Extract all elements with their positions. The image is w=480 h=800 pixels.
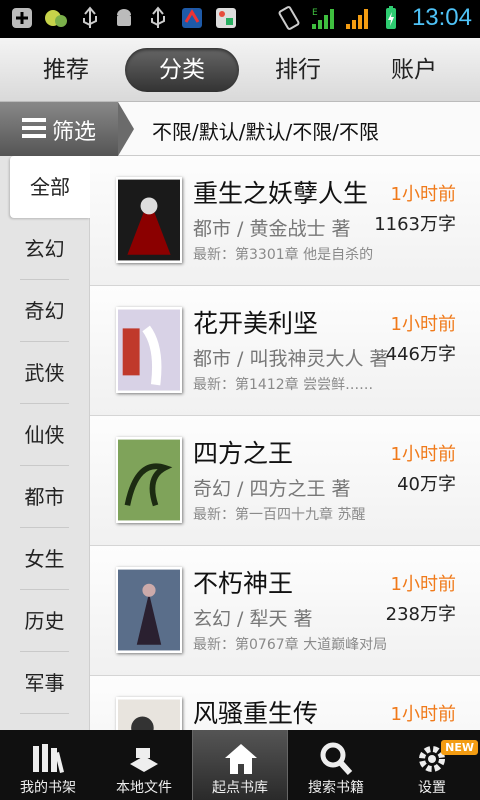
svg-text:E: E: [312, 8, 318, 18]
book-title: 不朽神王: [193, 569, 294, 598]
book-cover: [116, 307, 182, 393]
search-icon: [320, 742, 353, 776]
nav-label: 我的书架: [20, 780, 76, 796]
sidebar-item-lishi[interactable]: 历史: [0, 590, 89, 652]
book-latest-chapter: 最新：第3301章 他是自杀的: [193, 247, 374, 263]
status-bar: E 13:04: [0, 0, 480, 38]
android-icon: [112, 6, 136, 30]
signal-green-icon: E: [311, 8, 334, 29]
book-title: 重生之妖孽人生: [193, 179, 369, 208]
book-meta: 玄幻 / 犁天 著: [193, 608, 313, 630]
signal-orange-icon: [345, 9, 368, 29]
sidebar-item-all[interactable]: 全部: [10, 156, 90, 218]
book-latest-chapter: 最新：第一百四十九章 苏醒: [193, 507, 366, 523]
book-item[interactable]: 风骚重生传 1小时前: [90, 676, 480, 730]
book-word-count: 1163万字: [374, 214, 456, 235]
bookshelf-icon: [33, 744, 64, 773]
battery-icon: [385, 6, 396, 29]
filter-bar: 筛选 不限/默认/默认/不限/不限: [0, 102, 480, 156]
tab-recommend[interactable]: 推荐: [9, 48, 123, 92]
clock: 13:04: [411, 4, 472, 31]
book-meta: 奇幻 / 四方之王 著: [193, 478, 351, 500]
book-update-time: 1小时前: [390, 444, 456, 465]
menu-icon: [22, 118, 46, 138]
book-title: 花开美利坚: [193, 309, 319, 338]
book-item[interactable]: 重生之妖孽人生 1小时前 都市 / 黄金战士 著 1163万字 最新：第3301…: [90, 156, 480, 286]
book-update-time: 1小时前: [390, 314, 456, 335]
sidebar-item-dushi[interactable]: 都市: [0, 466, 89, 528]
nav-label: 起点书库: [212, 780, 268, 796]
local-file-icon: [130, 748, 158, 772]
book-word-count: 40万字: [397, 474, 456, 495]
book-cover: [116, 437, 182, 523]
book-latest-chapter: 最新：第0767章 大道巅峰对局: [193, 637, 388, 653]
chat-icon: [44, 6, 68, 30]
new-badge: NEW: [441, 740, 478, 755]
book-word-count: 238万字: [385, 604, 456, 625]
tab-account[interactable]: 账户: [357, 48, 471, 92]
sidebar-item-nvsheng[interactable]: 女生: [0, 528, 89, 590]
sidebar-item-junshi[interactable]: 军事: [0, 652, 89, 714]
tab-category[interactable]: 分类: [125, 48, 239, 92]
book-cover: [116, 177, 182, 263]
book-item[interactable]: 花开美利坚 1小时前 都市 / 叫我神灵大人 著 446万字 最新：第1412章…: [90, 286, 480, 416]
usb-icon: [146, 6, 170, 30]
sidebar-item-xianxia[interactable]: 仙侠: [0, 404, 89, 466]
filter-value[interactable]: 不限/默认/默认/不限/不限: [152, 116, 379, 145]
nav-search-books[interactable]: 搜索书籍: [288, 730, 384, 800]
app-icon: [180, 6, 204, 30]
book-word-count: 446万字: [385, 344, 456, 365]
bottom-nav: 我的书架 本地文件 起点书库 搜索书籍 NEW 设置: [0, 730, 480, 800]
book-meta: 都市 / 叫我神灵大人 著: [193, 348, 389, 370]
category-sidebar: 全部 玄幻 奇幻 武侠 仙侠 都市 女生 历史 军事: [0, 156, 90, 730]
book-meta: 都市 / 黄金战士 著: [193, 218, 351, 240]
book-item[interactable]: 四方之王 1小时前 奇幻 / 四方之王 著 40万字 最新：第一百四十九章 苏醒: [90, 416, 480, 546]
book-latest-chapter: 最新：第1412章 尝尝鲜……: [193, 377, 374, 393]
book-list: 重生之妖孽人生 1小时前 都市 / 黄金战士 著 1163万字 最新：第3301…: [90, 156, 480, 730]
nav-label: 搜索书籍: [308, 780, 364, 796]
sidebar-item-wuxia[interactable]: 武侠: [0, 342, 89, 404]
sidebar-item-xuanhuan[interactable]: 玄幻: [0, 218, 89, 280]
book-item[interactable]: 不朽神王 1小时前 玄幻 / 犁天 著 238万字 最新：第0767章 大道巅峰…: [90, 546, 480, 676]
top-tab-bar: 推荐 分类 排行 账户: [0, 38, 480, 102]
book-update-time: 1小时前: [390, 184, 456, 205]
nav-settings[interactable]: NEW 设置: [384, 730, 480, 800]
nav-local-file[interactable]: 本地文件: [96, 730, 192, 800]
nav-qidian-library[interactable]: 起点书库: [192, 730, 288, 800]
book-update-time: 1小时前: [390, 704, 456, 725]
book-update-time: 1小时前: [390, 574, 456, 595]
sidebar-item-qihuan[interactable]: 奇幻: [0, 280, 89, 342]
book-cover: [116, 567, 182, 653]
tab-ranking[interactable]: 排行: [241, 48, 355, 92]
nav-label: 本地文件: [116, 780, 172, 796]
vibrate-icon: [278, 6, 300, 30]
nav-bookshelf[interactable]: 我的书架: [0, 730, 96, 800]
notification-icons: [10, 6, 238, 30]
book-cover: [116, 697, 182, 730]
nav-label: 设置: [418, 780, 446, 796]
home-icon: [225, 744, 257, 774]
gallery-icon: [214, 6, 238, 30]
usb-icon: [78, 6, 102, 30]
add-icon: [10, 6, 34, 30]
filter-button[interactable]: 筛选: [0, 102, 134, 156]
book-title: 风骚重生传: [193, 699, 319, 728]
book-title: 四方之王: [193, 439, 294, 468]
filter-label: 筛选: [52, 120, 97, 145]
